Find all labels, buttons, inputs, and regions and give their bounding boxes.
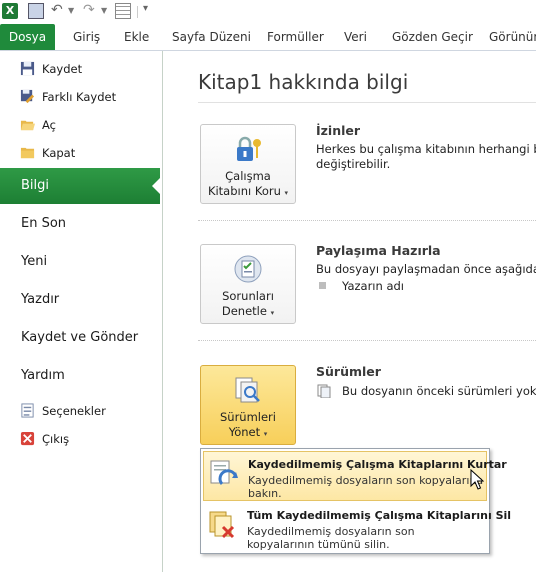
section-divider	[198, 220, 536, 221]
undo-icon[interactable]: ↶	[51, 3, 67, 19]
nav-recent-label: En Son	[21, 216, 67, 231]
nav-print[interactable]: Yazdır	[0, 282, 160, 318]
exit-icon	[20, 431, 35, 446]
options-icon	[21, 403, 34, 418]
lock-key-icon	[237, 136, 261, 161]
nav-close-label: Kapat	[42, 146, 76, 160]
nav-new-label: Yeni	[21, 254, 48, 269]
nav-save-send-label: Kaydet ve Gönder	[21, 330, 139, 345]
nav-save[interactable]: Kaydet	[0, 56, 160, 82]
tab-home[interactable]: Giriş	[73, 24, 100, 50]
nav-save-send[interactable]: Kaydet ve Gönder	[0, 320, 160, 356]
protect-workbook-label-2: Kitabını Koru ▾	[207, 184, 289, 198]
manage-versions-menu: Kaydedilmemiş Çalışma Kitaplarını Kurtar…	[200, 448, 511, 554]
tab-file[interactable]: Dosya	[0, 24, 55, 50]
page-title: Kitap1 hakkında bilgi	[198, 70, 409, 94]
recover-unsaved-title: Kaydedilmemiş Çalışma Kitaplarını Kurtar	[248, 458, 507, 471]
permissions-text-1: Herkes bu çalışma kitabının herhangi bir…	[316, 142, 536, 156]
nav-new[interactable]: Yeni	[0, 244, 160, 280]
versions-heading: Sürümler	[316, 364, 381, 379]
permissions-heading: İzinler	[316, 123, 361, 138]
inspect-document-icon	[234, 255, 262, 283]
prepare-heading: Paylaşıma Hazırla	[316, 243, 441, 258]
manage-versions-icon	[235, 377, 260, 403]
save-icon	[20, 61, 35, 76]
nav-help[interactable]: Yardım	[0, 358, 160, 394]
tab-insert[interactable]: Ekle	[124, 24, 149, 50]
excel-logo-icon[interactable]: X	[2, 3, 18, 19]
check-issues-button[interactable]: Sorunları Denetle ▾	[200, 244, 296, 324]
nav-options[interactable]: Seçenekler	[0, 398, 160, 424]
close-folder-icon	[20, 147, 35, 159]
save-as-icon	[20, 89, 35, 104]
redo-icon[interactable]: ↷	[83, 3, 99, 19]
nav-open-label: Aç	[42, 118, 56, 132]
section-divider	[198, 340, 536, 341]
nav-exit[interactable]: Çıkış	[0, 426, 160, 452]
nav-options-label: Seçenekler	[42, 404, 106, 418]
quick-access-toolbar: X ↶ ▼ ↷ ▼ ▾	[0, 0, 536, 24]
nav-info[interactable]: Bilgi	[0, 168, 162, 204]
versions-doc-icon	[317, 384, 331, 398]
backstage-nav: Kaydet Farklı Kaydet Aç Kapat Bilgi En S…	[0, 51, 163, 572]
manage-versions-label-2: Yönet ▾	[228, 425, 268, 439]
customize-toolbar-icon[interactable]: ▾	[143, 3, 159, 19]
recover-unsaved-icon	[210, 460, 238, 485]
recover-unsaved-desc-2: bakın.	[248, 487, 282, 500]
save-icon[interactable]	[28, 3, 44, 19]
delete-unsaved-desc-2: kopyalarının tümünü silin.	[247, 538, 390, 551]
nav-open[interactable]: Aç	[0, 112, 160, 138]
tab-data[interactable]: Veri	[344, 24, 367, 50]
nav-print-label: Yazdır	[21, 292, 60, 307]
recover-unsaved-item[interactable]: Kaydedilmemiş Çalışma Kitaplarını Kurtar…	[203, 451, 507, 501]
bullet-icon	[319, 282, 326, 289]
check-issues-label-2: Denetle ▾	[221, 304, 275, 318]
protect-workbook-label-1: Çalışma	[225, 169, 271, 183]
recover-unsaved-desc-1: Kaydedilmemiş dosyaların son kopyalarına	[248, 474, 484, 487]
check-issues-label-1: Sorunları	[222, 289, 274, 303]
nav-save-as[interactable]: Farklı Kaydet	[0, 84, 160, 110]
nav-save-as-label: Farklı Kaydet	[42, 90, 117, 104]
manage-versions-label-1: Sürümleri	[219, 410, 276, 424]
delete-unsaved-title: Tüm Kaydedilmemiş Çalışma Kitaplarını Si…	[247, 509, 512, 522]
delete-unsaved-icon	[209, 511, 235, 539]
toolbar-divider	[137, 6, 138, 18]
nav-help-label: Yardım	[21, 368, 65, 383]
versions-text: Bu dosyanın önceki sürümleri yok.	[342, 384, 536, 398]
mouse-cursor-icon	[470, 469, 484, 490]
form-icon[interactable]	[115, 3, 131, 19]
protect-workbook-button[interactable]: Çalışma Kitabını Koru ▾	[200, 124, 296, 204]
tab-review[interactable]: Gözden Geçir	[392, 24, 473, 50]
tab-view[interactable]: Görünüm	[489, 24, 536, 50]
delete-unsaved-item[interactable]: Tüm Kaydedilmemiş Çalışma Kitaplarını Si…	[203, 503, 511, 553]
tab-page-layout[interactable]: Sayfa Düzeni	[172, 24, 251, 50]
delete-unsaved-desc-1: Kaydedilmemiş dosyaların son	[247, 525, 415, 538]
nav-exit-label: Çıkış	[42, 432, 70, 446]
prepare-text: Bu dosyayı paylaşmadan önce aşağıdakile	[316, 262, 536, 276]
tab-formulas[interactable]: Formüller	[267, 24, 324, 50]
nav-recent[interactable]: En Son	[0, 206, 160, 242]
prepare-bullet-text: Yazarın adı	[342, 279, 404, 293]
title-divider	[198, 102, 536, 103]
ribbon-tabs: Dosya Giriş Ekle Sayfa Düzeni Formüller …	[0, 24, 536, 51]
nav-info-label: Bilgi	[21, 178, 50, 193]
manage-versions-button[interactable]: Sürümleri Yönet ▾	[200, 365, 296, 445]
nav-close[interactable]: Kapat	[0, 140, 160, 166]
undo-dropdown-icon[interactable]: ▼	[68, 6, 84, 22]
permissions-text-2: değiştirebilir.	[316, 157, 391, 171]
nav-save-label: Kaydet	[42, 62, 83, 76]
open-folder-icon	[20, 120, 35, 131]
